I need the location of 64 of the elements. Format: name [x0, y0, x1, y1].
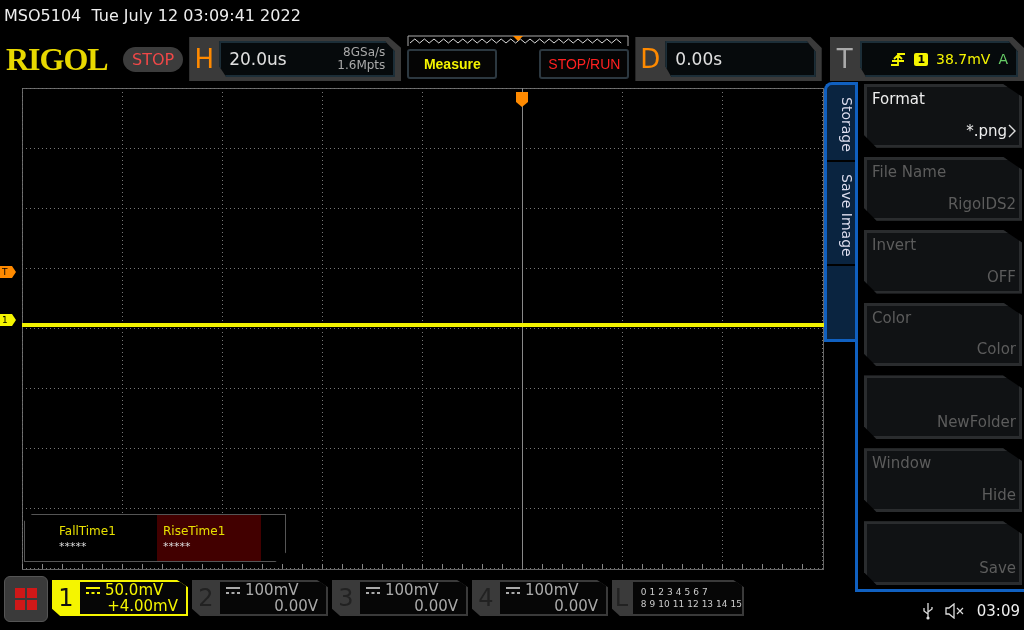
delay-value: 0.00s: [675, 49, 723, 69]
measurement-value: *****: [59, 539, 88, 553]
menu-tab[interactable]: Save Image: [827, 161, 855, 267]
trigger-level-marker[interactable]: T: [0, 266, 16, 278]
clock-time: 03:09: [976, 602, 1020, 620]
measurement-value: *****: [163, 539, 192, 553]
channel-scale: 100mV: [385, 582, 439, 598]
logic-bit: 7: [701, 587, 708, 597]
logic-bit: 14: [716, 599, 728, 609]
speaker-muted-icon[interactable]: [944, 603, 965, 619]
usb-icon: [922, 602, 933, 620]
channel-scale: 50.0mV: [105, 582, 164, 598]
channel-marker[interactable]: 1: [0, 314, 16, 326]
timebase-value: 20.0us: [229, 49, 287, 69]
channel-offset: 0.00V: [414, 598, 458, 614]
measurement-item[interactable]: FallTime1 *****: [53, 515, 157, 561]
measurement-item[interactable]: RiseTime1 *****: [157, 515, 261, 561]
dc-coupling-icon: [506, 586, 520, 594]
logo: RIGOL: [6, 40, 109, 78]
channel-panel[interactable]: 1 50.0mV +4.00mV: [52, 580, 188, 616]
logic-bit: 0: [640, 587, 647, 597]
channel-scale: 100mV: [525, 582, 579, 598]
dc-coupling-icon: [86, 586, 100, 594]
horizontal-panel[interactable]: H 20.0us 8GSa/s 1.6Mpts: [189, 37, 402, 81]
trigger-mode: A: [998, 51, 1008, 67]
logic-bit: 1: [649, 587, 656, 597]
channel-scale: 100mV: [245, 582, 299, 598]
stop-run-button[interactable]: STOP/RUN: [539, 49, 630, 79]
logic-bit: 4: [675, 587, 682, 597]
trigger-label: T: [835, 44, 854, 74]
logic-bit: 13: [701, 599, 714, 609]
measurement-name: RiseTime1: [163, 523, 227, 538]
logic-bit: 2: [658, 587, 664, 597]
logic-bit: 15: [730, 599, 742, 609]
trigger-panel[interactable]: T 1 38.7mV A: [829, 37, 1024, 81]
measure-button[interactable]: Measure: [407, 49, 498, 79]
logic-bit: 3: [667, 587, 673, 597]
logic-bit: 6: [693, 587, 699, 597]
logic-bit: 12: [687, 599, 699, 609]
sample-rate: 8GSa/s: [343, 46, 386, 59]
dc-coupling-icon: [366, 586, 380, 594]
trigger-level: 38.7mV: [936, 51, 991, 67]
trigger-position-icon[interactable]: [516, 92, 528, 107]
logic-bit: 11: [672, 599, 685, 609]
delay-panel[interactable]: D 0.00s: [635, 37, 822, 81]
delay-label: D: [639, 44, 662, 74]
dc-coupling-icon: [226, 586, 240, 594]
trigger-source-badge: 1: [914, 52, 929, 66]
rising-edge-icon: [890, 51, 907, 67]
memory-depth: 1.6Mpts: [337, 59, 386, 72]
status-line: MSO5104 Tue July 12 03:09:41 2022: [3, 5, 302, 27]
grid-icon: [15, 588, 37, 610]
channel-offset: +4.00mV: [107, 598, 178, 614]
menu-tab[interactable]: Storage: [827, 85, 855, 162]
channel-offset: 0.00V: [274, 598, 318, 614]
measurement-name: FallTime1: [59, 523, 117, 538]
logic-bit: 5: [684, 587, 691, 597]
logic-bit: 8: [640, 599, 647, 609]
menu-softkey[interactable]: Format *.png: [864, 84, 1022, 148]
logic-bit: 9: [649, 599, 656, 609]
logic-bit: 10: [658, 599, 670, 609]
channel-number: 1: [57, 583, 75, 614]
channel-offset: 0.00V: [554, 598, 598, 614]
horizontal-label: H: [193, 44, 215, 74]
